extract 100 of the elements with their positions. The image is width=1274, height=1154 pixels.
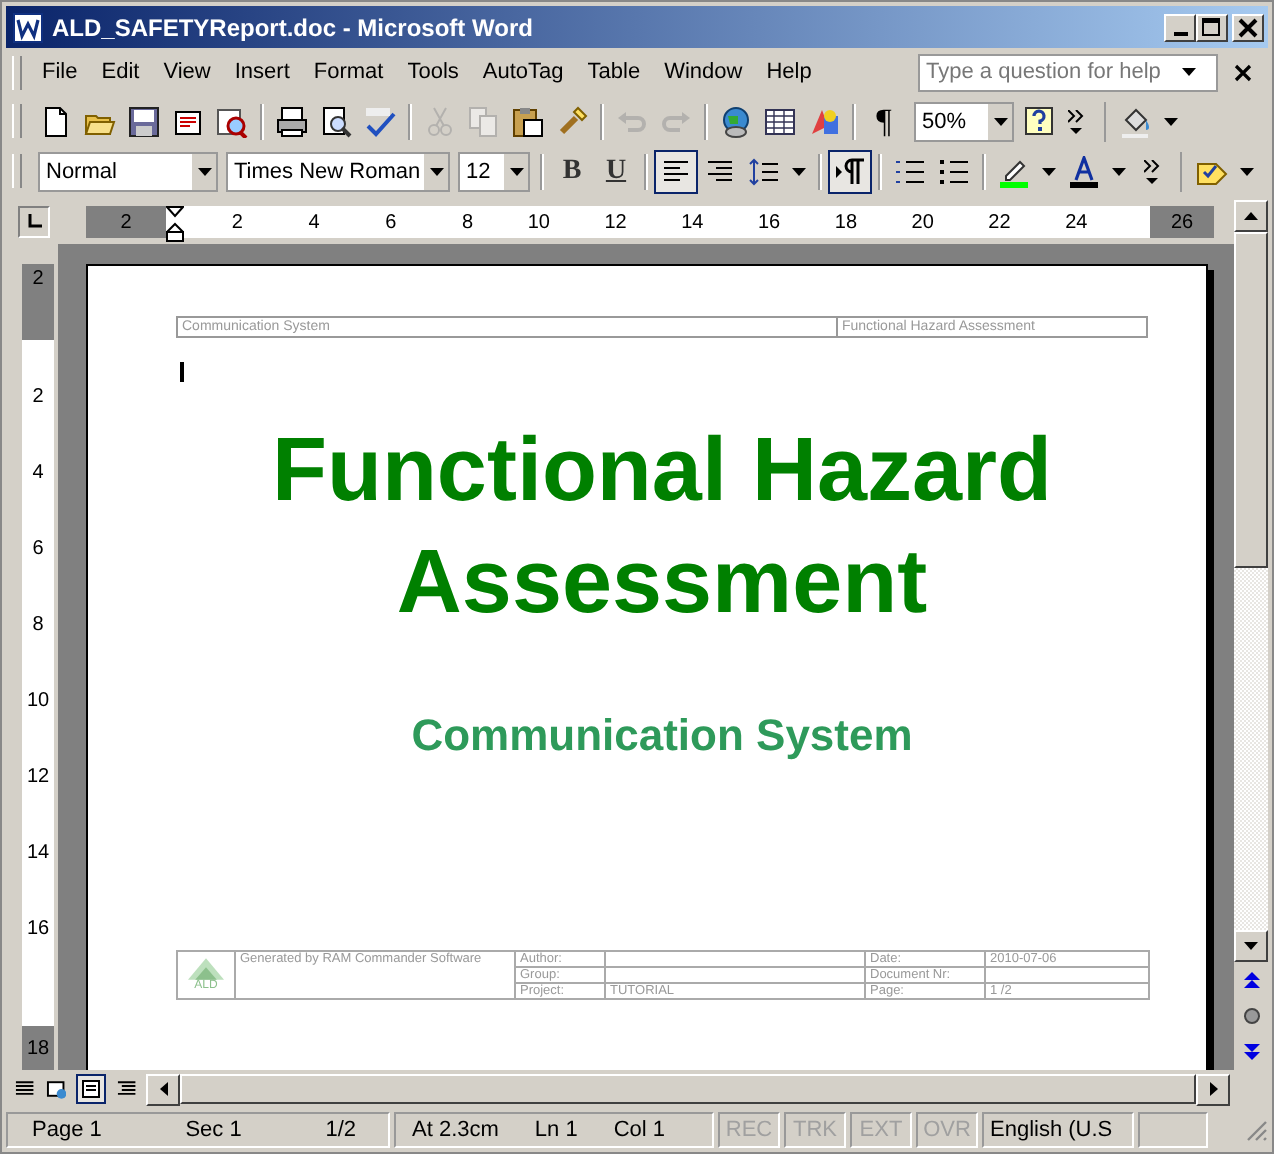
ruler-number: 10: [26, 688, 50, 716]
show-formatting-button[interactable]: ¶: [862, 99, 906, 143]
ruler-number: 14: [26, 840, 50, 868]
maximize-button[interactable]: [1196, 13, 1228, 41]
scroll-thumb[interactable]: [180, 1074, 1196, 1104]
scroll-up-button[interactable]: [1234, 200, 1268, 232]
menu-item[interactable]: Insert: [226, 60, 306, 84]
align-left-icon: [660, 155, 692, 187]
printer-icon: [276, 105, 308, 137]
magnifier-icon: [216, 105, 248, 137]
menu-item[interactable]: Tools: [399, 60, 475, 84]
menu-item[interactable]: AutoTag: [474, 60, 580, 84]
document-subtitle: Communication System: [409, 710, 915, 762]
checkmark-icon: [364, 105, 396, 137]
menu-item[interactable]: Table: [579, 60, 657, 84]
dropdown-arrow-icon: [1182, 68, 1196, 76]
toolbar-options-icon[interactable]: [1144, 159, 1162, 183]
ruler-number: 24: [1063, 211, 1088, 233]
status-text: Page 1: [32, 1118, 102, 1142]
status-text: Col 1: [613, 1118, 666, 1142]
menu-item[interactable]: Edit: [93, 60, 156, 84]
scroll-down-button[interactable]: [1234, 930, 1268, 962]
copy-icon: [468, 105, 500, 137]
help-search-field[interactable]: Type a question for help: [918, 53, 1218, 91]
web-layout-icon[interactable]: [45, 1078, 67, 1100]
dropdown-arrow-icon[interactable]: [792, 167, 806, 175]
down-arrow-icon: [1244, 942, 1258, 950]
ruler-number: 2: [86, 206, 166, 238]
ruler-number: 26: [1150, 206, 1214, 238]
ruler-number: 8: [32, 612, 44, 640]
ruler-number: 2: [22, 264, 54, 340]
menu-item[interactable]: Window: [656, 60, 759, 84]
status-text: 1/2: [325, 1118, 356, 1142]
table-icon: [764, 105, 796, 137]
dropdown-arrow-icon[interactable]: [1164, 117, 1178, 125]
dropdown-arrow-icon: [429, 167, 443, 175]
ruler-number: 4: [32, 460, 44, 488]
font-color-icon: [1068, 155, 1100, 187]
arrow-pilcrow-button[interactable]: [828, 149, 872, 193]
tab-stop-selector[interactable]: [18, 206, 50, 238]
ruler-number: 18: [22, 1026, 54, 1070]
status-text: Ln 1: [534, 1118, 578, 1142]
menu-item[interactable]: View: [155, 60, 227, 84]
print-preview-icon: [320, 105, 352, 137]
status-text: Sec 1: [185, 1118, 242, 1142]
brush-icon: [556, 105, 588, 137]
browse-object-icon[interactable]: [1243, 1008, 1259, 1024]
ruler-number: 2: [32, 384, 44, 412]
print-layout-button[interactable]: [76, 1074, 107, 1104]
document-icon: [172, 105, 204, 137]
minimize-button[interactable]: [1164, 13, 1196, 41]
indent-marker-icon[interactable]: [166, 206, 184, 242]
align-left-button[interactable]: [654, 149, 698, 193]
dropdown-arrow-icon[interactable]: [1042, 167, 1056, 175]
menu-item[interactable]: File: [34, 60, 94, 84]
align-right-icon: [704, 155, 736, 187]
toolbar-options-icon[interactable]: [1068, 109, 1086, 133]
document-w-icon: [12, 11, 44, 43]
ruler-number: 14: [679, 211, 704, 233]
ruler-number: 16: [26, 916, 50, 944]
font-size-dropdown[interactable]: 12: [458, 151, 530, 191]
close-document-icon[interactable]: [1234, 63, 1252, 81]
normal-view-icon[interactable]: [14, 1078, 36, 1100]
ruler-number: 16: [756, 211, 781, 233]
dropdown-arrow-icon: [509, 167, 523, 175]
style-dropdown[interactable]: Normal: [38, 151, 218, 191]
dropdown-arrow-icon[interactable]: [1112, 167, 1126, 175]
minimize-icon: [1173, 31, 1187, 35]
menu-item[interactable]: Help: [758, 60, 828, 84]
next-page-icon[interactable]: [1243, 1044, 1259, 1060]
language-indicator: English (U.S: [982, 1112, 1134, 1148]
paint-bucket-icon: [1120, 105, 1152, 137]
right-arrow-icon: [1209, 1082, 1217, 1096]
up-arrow-icon: [1244, 212, 1258, 220]
arrow-pilcrow-icon: [834, 155, 866, 187]
bold-button[interactable]: B: [550, 149, 594, 193]
outline-view-icon[interactable]: [116, 1078, 139, 1100]
ruler-number: 6: [383, 211, 397, 233]
scroll-thumb[interactable]: [1234, 232, 1268, 568]
ruler-number: 8: [460, 211, 474, 233]
zoom-dropdown[interactable]: 50%: [914, 101, 1014, 141]
menu-item[interactable]: Format: [305, 60, 400, 84]
dropdown-arrow-icon[interactable]: [1240, 167, 1254, 175]
ruler-number: 4: [306, 211, 320, 233]
highlighter-icon: [998, 155, 1030, 187]
scroll-left-button[interactable]: [146, 1073, 180, 1105]
bulleted-list-icon: [938, 155, 970, 187]
font-dropdown[interactable]: Times New Roman: [226, 151, 450, 191]
scroll-right-button[interactable]: [1196, 1073, 1230, 1105]
underline-button[interactable]: U: [594, 149, 638, 193]
previous-page-icon[interactable]: [1243, 972, 1259, 988]
left-arrow-icon: [159, 1082, 167, 1096]
ruler-number: 18: [832, 211, 858, 233]
ruler-number: 20: [909, 211, 934, 233]
resize-grip-icon[interactable]: [1244, 1118, 1268, 1142]
close-button[interactable]: [1232, 13, 1264, 41]
status-text: At 2.3cm: [412, 1118, 499, 1142]
ruler-number: 12: [602, 211, 627, 233]
globe-icon: [720, 105, 752, 137]
document-title: Functional Hazard Assessment: [269, 416, 1055, 636]
